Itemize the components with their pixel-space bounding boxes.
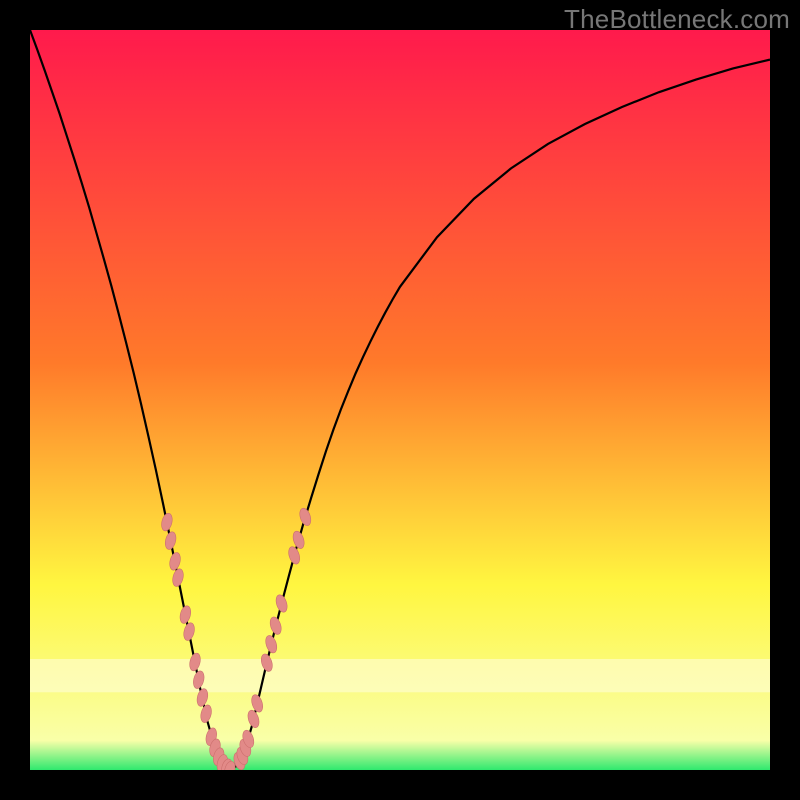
chart-svg <box>30 30 770 770</box>
chart-frame: TheBottleneck.com <box>0 0 800 800</box>
highlight-bands <box>30 659 770 692</box>
plot-area <box>30 30 770 770</box>
watermark-text: TheBottleneck.com <box>564 4 790 35</box>
highlight-band <box>30 659 770 692</box>
